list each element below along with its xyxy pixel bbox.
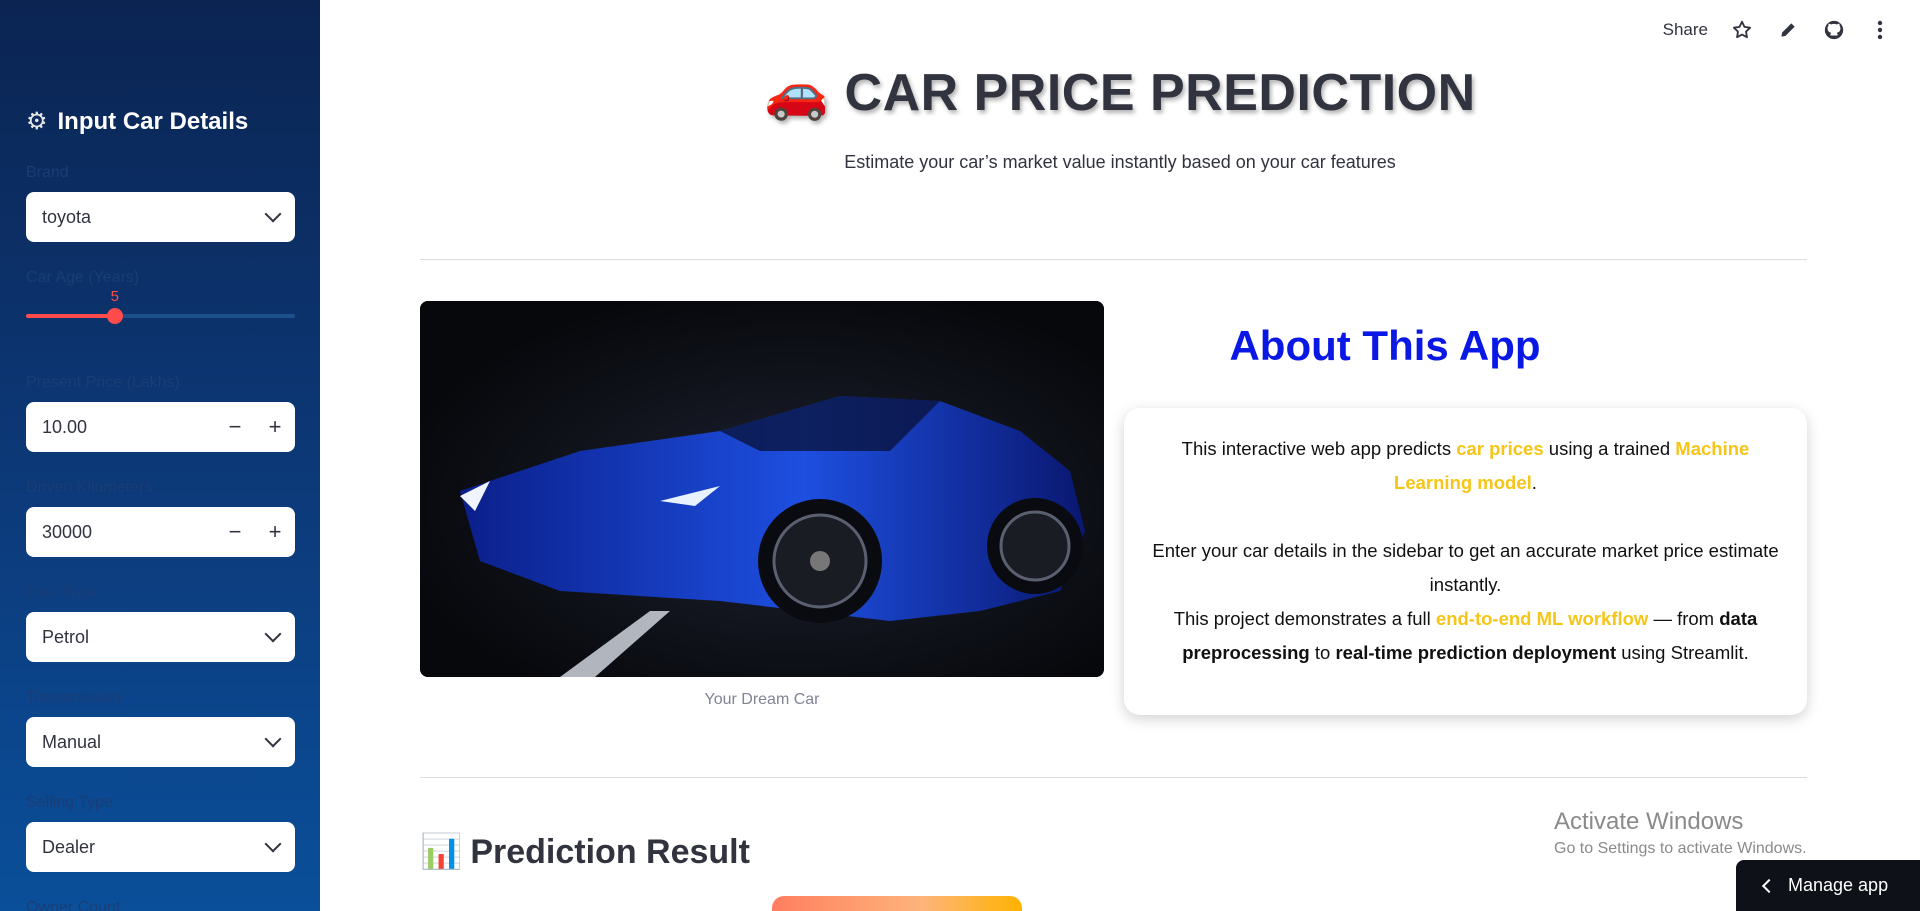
about-text: This interactive web app predicts [1181,438,1457,459]
kms-input[interactable]: 30000 − + [26,507,295,557]
car-emoji-icon: 🚗 [764,64,830,122]
present-price-label: Present Price (Lakhs) [26,374,180,391]
present-price-value[interactable]: 10.00 [42,417,215,438]
transmission-field: Transmission Manual [26,688,295,767]
slider-thumb[interactable] [106,308,123,324]
chevron-down-icon [264,730,282,748]
kms-value[interactable]: 30000 [42,522,215,543]
sidebar-header-text: Input Car Details [57,108,249,135]
divider [420,777,1807,778]
selling-label: Selling Type [26,794,113,811]
brand-value: toyota [42,206,92,227]
about-card: This interactive web app predicts car pr… [1124,408,1807,715]
sidebar-header: ⚙ Input Car Details [26,108,248,136]
page-subtitle: Estimate your car’s market value instant… [844,152,1396,172]
brand-select[interactable]: toyota [26,192,295,242]
transmission-select[interactable]: Manual [26,717,295,767]
about-title: About This App [1229,322,1541,369]
fuel-label: Fuel Type [26,584,96,601]
bar-chart-icon: 📊 [420,833,463,871]
about-text: using Streamlit. [1616,642,1749,663]
car-age-label: Car Age (Years) [26,269,140,286]
increment-button[interactable]: + [255,402,295,452]
selling-value: Dealer [42,836,96,857]
brand-field: Brand toyota [26,163,295,242]
about-text: This project demonstrates a full [1173,608,1436,629]
page-title: 🚗 CAR PRICE PREDICTION [320,62,1920,123]
fuel-value: Petrol [42,626,90,647]
increment-button[interactable]: + [255,507,295,557]
present-price-field: Present Price (Lakhs) 10.00 − + [26,373,295,452]
car-age-field: Car Age (Years) 5 [26,268,295,328]
predict-button[interactable] [772,896,1022,911]
selling-field: Selling Type Dealer [26,793,295,872]
chevron-down-icon [264,625,282,643]
kms-field: Driven Kilometers 30000 − + [26,478,295,557]
owner-field: Owner Count [26,898,295,911]
image-caption: Your Dream Car [704,691,820,708]
present-price-input[interactable]: 10.00 − + [26,402,295,452]
brand-label: Brand [26,164,69,181]
highlight-text: end-to-end ML workflow [1435,608,1649,629]
about-text: using a trained [1543,438,1676,459]
watermark-title: Activate Windows [1554,808,1744,835]
about-paragraph-2: Enter your car details in the sidebar to… [1152,540,1779,595]
manage-app-button[interactable]: Manage app [1736,860,1920,911]
owner-label: Owner Count [26,899,121,911]
prediction-title-text: Prediction Result [470,832,750,871]
divider [420,259,1807,260]
kms-label: Driven Kilometers [26,479,153,496]
slider-fill [26,314,115,318]
gear-icon: ⚙ [26,108,48,135]
prediction-title: 📊 Prediction Result [420,832,750,872]
transmission-value: Manual [42,731,102,752]
about-text: . [1531,472,1537,493]
manage-app-label: Manage app [1788,875,1889,895]
transmission-label: Transmission [26,689,121,706]
selling-select[interactable]: Dealer [26,822,295,872]
page-title-text: CAR PRICE PREDICTION [844,64,1476,122]
sidebar: ⚙ Input Car Details Brand toyota Car Age… [0,0,320,911]
about-text: — from [1648,608,1720,629]
watermark-subtitle: Go to Settings to activate Windows. [1554,840,1807,857]
about-paragraph-3: This project demonstrates a full end-to-… [1146,602,1785,670]
slider-track[interactable] [26,314,295,318]
highlight-text: car prices [1456,438,1544,459]
windows-watermark: Activate Windows Go to Settings to activ… [1554,808,1807,858]
car-image [420,301,1104,677]
fuel-field: Fuel Type Petrol [26,583,295,662]
about-paragraph-1: This interactive web app predicts car pr… [1146,432,1785,500]
about-text: to [1309,642,1336,663]
decrement-button[interactable]: − [215,402,255,452]
decrement-button[interactable]: − [215,507,255,557]
chevron-down-icon [264,835,282,853]
fuel-select[interactable]: Petrol [26,612,295,662]
main-content: 🚗 CAR PRICE PREDICTION Estimate your car… [320,0,1920,911]
car-age-slider[interactable]: 5 [26,288,295,328]
chevron-left-icon [1761,878,1777,893]
bold-text: real-time prediction deployment [1335,642,1617,663]
chevron-down-icon [264,205,282,223]
car-age-value: 5 [110,288,119,305]
